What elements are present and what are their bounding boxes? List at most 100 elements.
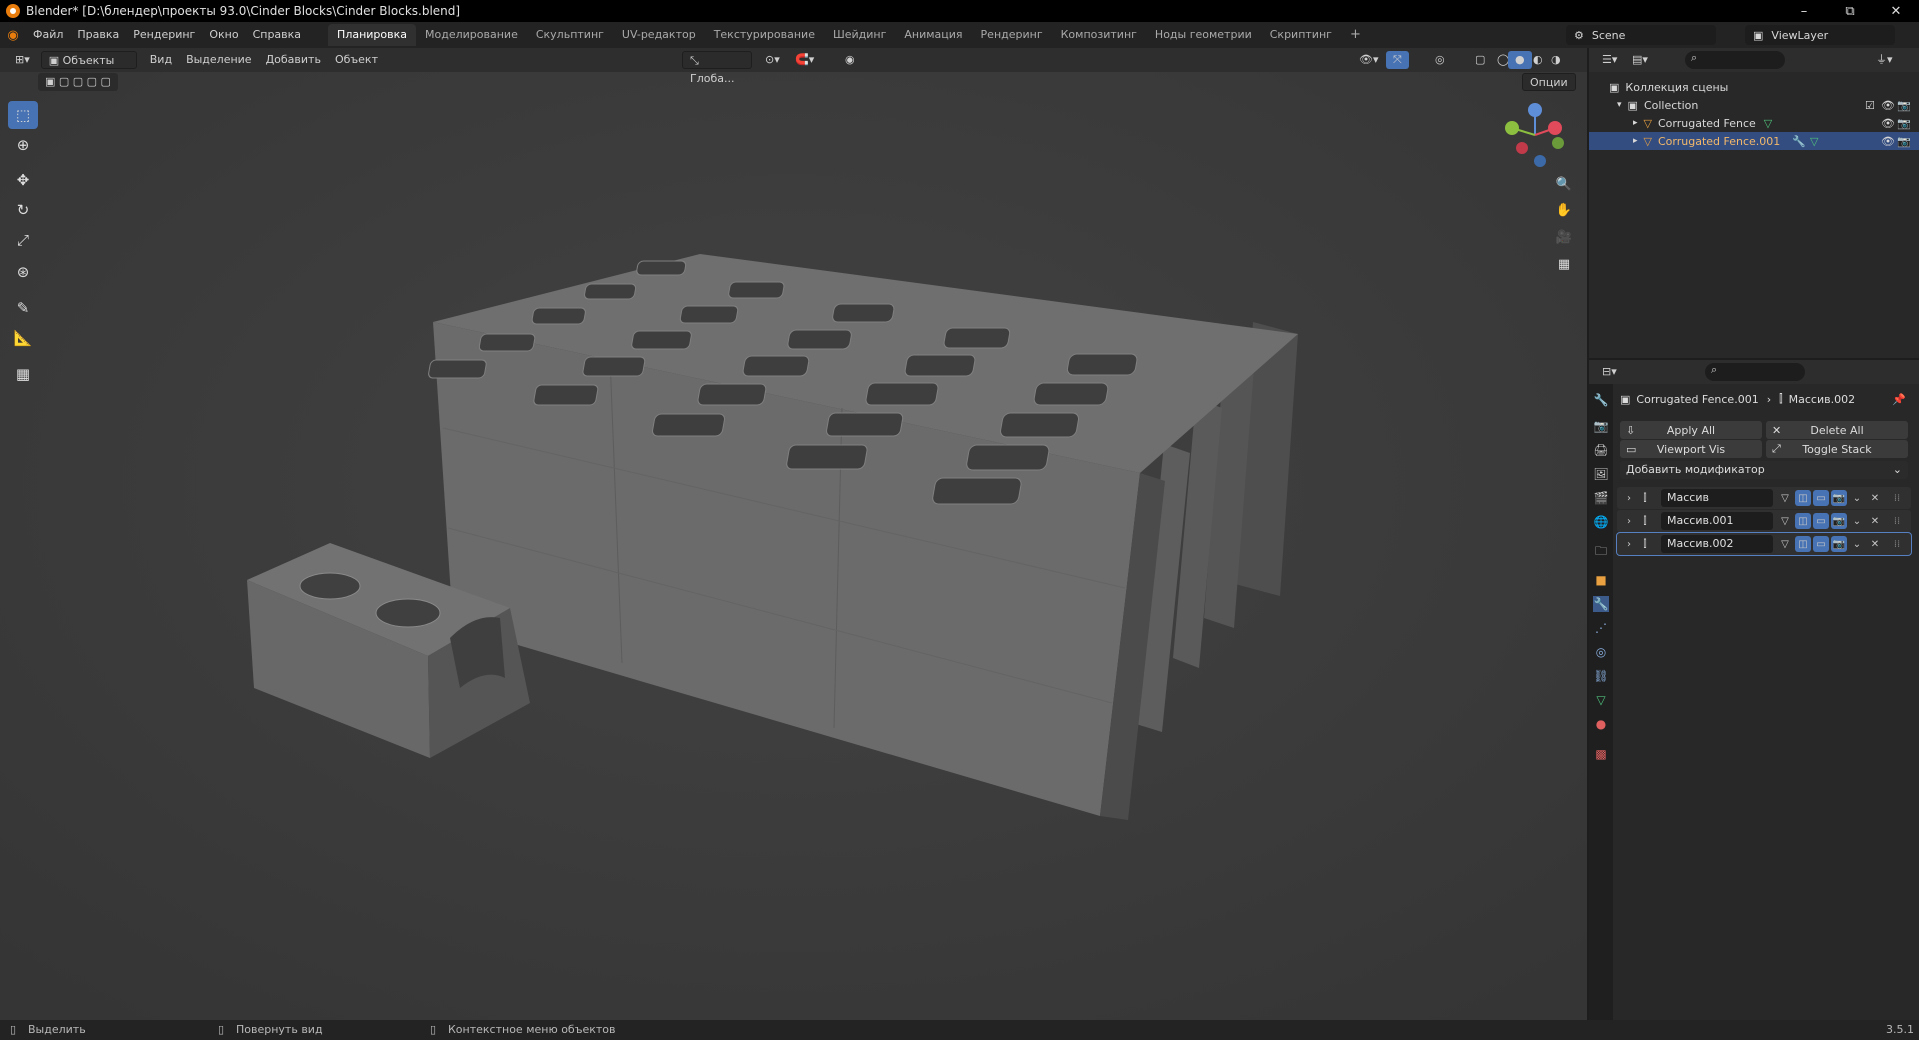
visibility-icon[interactable]: 👁▾: [1352, 51, 1386, 69]
blender-menu-icon[interactable]: ◉: [0, 28, 26, 43]
menu-help[interactable]: Справка: [246, 25, 308, 45]
menu-add[interactable]: Добавить: [259, 51, 328, 69]
add-cube-tool-icon[interactable]: ▦: [8, 360, 38, 388]
scale-tool-icon[interactable]: ⤢: [8, 226, 38, 254]
add-workspace-button[interactable]: +: [1341, 24, 1370, 46]
menu-object[interactable]: Объект: [328, 51, 385, 69]
filter-icon[interactable]: ⏚▾: [1869, 51, 1900, 69]
pin-icon[interactable]: 📌: [1892, 393, 1906, 406]
physics-tab-icon[interactable]: ◎: [1593, 644, 1609, 660]
viewport-toggle-icon[interactable]: ▭: [1813, 490, 1829, 506]
move-tool-icon[interactable]: ✥: [8, 166, 38, 194]
exclude-checkbox-icon[interactable]: ☑: [1865, 99, 1875, 112]
view-layer-selector[interactable]: ▣ ViewLayer: [1745, 25, 1895, 45]
camera-view-icon[interactable]: 🎥: [1552, 225, 1576, 249]
drag-handle-icon[interactable]: ⁞⁞: [1889, 490, 1905, 506]
dropdown-arrow-icon[interactable]: ⌄: [1849, 536, 1865, 552]
properties-editor-icon[interactable]: ⊟▾: [1595, 363, 1624, 381]
pivot-point-icon[interactable]: ⊙▾: [758, 51, 787, 69]
remove-modifier-icon[interactable]: ✕: [1867, 536, 1883, 552]
rotate-tool-icon[interactable]: ↻: [8, 196, 38, 224]
expand-arrow-icon[interactable]: ▸: [1633, 136, 1638, 146]
apply-all-button[interactable]: ⇩ Apply All: [1620, 421, 1762, 439]
tool-tab-icon[interactable]: 🔧: [1593, 392, 1609, 408]
delete-all-button[interactable]: ✕ Delete All: [1766, 421, 1908, 439]
data-tab-icon[interactable]: ▽: [1593, 692, 1609, 708]
modifier-name-field[interactable]: Массив: [1661, 489, 1773, 507]
edit-mode-toggle-icon[interactable]: ▽: [1777, 513, 1793, 529]
modifier-name-field[interactable]: Массив.001: [1661, 512, 1773, 530]
menu-edit[interactable]: Правка: [70, 25, 126, 45]
chevron-right-icon[interactable]: ›: [1621, 513, 1637, 529]
annotate-tool-icon[interactable]: ✎: [8, 294, 38, 322]
properties-search-input[interactable]: ⌕: [1705, 363, 1805, 381]
cursor-tool-icon[interactable]: ⊕: [8, 131, 38, 159]
render-tab-icon[interactable]: 📷: [1593, 418, 1609, 434]
render-camera-icon[interactable]: 📷: [1897, 117, 1911, 130]
tab-scripting[interactable]: Скриптинг: [1261, 24, 1341, 46]
tab-uv-editing[interactable]: UV-редактор: [613, 24, 705, 46]
xray-icon[interactable]: ▢: [1468, 51, 1492, 69]
3d-viewport[interactable]: [0, 48, 1587, 1020]
modifier-tab-icon[interactable]: 🔧: [1593, 596, 1609, 612]
render-toggle-icon[interactable]: 📷: [1831, 490, 1847, 506]
tab-sculpting[interactable]: Скульптинг: [527, 24, 613, 46]
menu-view[interactable]: Вид: [143, 51, 179, 69]
minimize-button[interactable]: –: [1781, 0, 1827, 22]
render-toggle-icon[interactable]: 📷: [1831, 513, 1847, 529]
render-camera-icon[interactable]: 📷: [1897, 99, 1911, 112]
outliner-collection[interactable]: ▾ ▣ Collection ☑ 👁 📷: [1589, 96, 1919, 114]
options-dropdown[interactable]: Опции: [1522, 73, 1576, 91]
menu-file[interactable]: Файл: [26, 25, 70, 45]
remove-modifier-icon[interactable]: ✕: [1867, 490, 1883, 506]
viewport-vis-button[interactable]: ▭ Viewport Vis: [1620, 440, 1762, 458]
pan-view-icon[interactable]: ✋: [1552, 198, 1576, 222]
menu-select[interactable]: Выделение: [179, 51, 259, 69]
tab-compositing[interactable]: Композитинг: [1052, 24, 1146, 46]
outliner-object-row[interactable]: ▸ ▽ Corrugated Fence ▽ 👁 📷: [1589, 114, 1919, 132]
edit-mode-toggle-icon[interactable]: ▽: [1777, 490, 1793, 506]
hide-eye-icon[interactable]: 👁: [1881, 117, 1895, 130]
world-tab-icon[interactable]: 🌐: [1593, 514, 1609, 530]
hide-eye-icon[interactable]: 👁: [1881, 99, 1895, 112]
tab-animation[interactable]: Анимация: [895, 24, 971, 46]
remove-modifier-icon[interactable]: ✕: [1867, 513, 1883, 529]
modifier-name-field[interactable]: Массив.002: [1661, 535, 1773, 553]
modifier-panel[interactable]: › ⫿ Массив ▽ ◫ ▭ 📷 ⌄ ✕ ⁞⁞: [1617, 487, 1911, 509]
toggle-stack-button[interactable]: ⤢ Toggle Stack: [1766, 440, 1908, 458]
selection-mode-buttons[interactable]: ▣ ▢ ▢ ▢ ▢: [38, 73, 118, 91]
select-box-tool-icon[interactable]: ⬚: [8, 101, 38, 129]
snap-icon[interactable]: 🧲▾: [788, 51, 821, 69]
render-camera-icon[interactable]: 📷: [1897, 135, 1911, 148]
overlays-icon[interactable]: ◎: [1428, 51, 1452, 69]
transform-tool-icon[interactable]: ⊛: [8, 258, 38, 286]
object-tab-icon[interactable]: ■: [1593, 572, 1609, 588]
expand-arrow-icon[interactable]: ▸: [1633, 118, 1638, 128]
chevron-right-icon[interactable]: ›: [1621, 536, 1637, 552]
tab-modeling[interactable]: Моделирование: [416, 24, 527, 46]
particles-tab-icon[interactable]: ⋰: [1593, 620, 1609, 636]
drag-handle-icon[interactable]: ⁞⁞: [1889, 513, 1905, 529]
outliner-object-row-selected[interactable]: ▸ ▽ Corrugated Fence.001 🔧 ▽ 👁 📷: [1589, 132, 1919, 150]
hide-eye-icon[interactable]: 👁: [1881, 135, 1895, 148]
viewport-toggle-icon[interactable]: ▭: [1813, 513, 1829, 529]
modifier-panel[interactable]: › ⫿ Массив.001 ▽ ◫ ▭ 📷 ⌄ ✕ ⁞⁞: [1617, 510, 1911, 532]
ortho-toggle-icon[interactable]: ▦: [1552, 252, 1576, 276]
modifier-panel-active[interactable]: › ⫿ Массив.002 ▽ ◫ ▭ 📷 ⌄ ✕ ⁞⁞: [1616, 532, 1912, 556]
display-mode-icon[interactable]: ▤▾: [1625, 51, 1655, 69]
output-tab-icon[interactable]: 🖨: [1593, 442, 1609, 458]
material-tab-icon[interactable]: ●: [1593, 716, 1609, 732]
zoom-view-icon[interactable]: 🔍: [1552, 172, 1576, 196]
rendered-shading-icon[interactable]: ◑: [1544, 51, 1568, 69]
expand-arrow-icon[interactable]: ▾: [1617, 100, 1622, 110]
menu-window[interactable]: Окно: [202, 25, 245, 45]
viewport-toggle-icon[interactable]: ▭: [1813, 536, 1829, 552]
menu-render[interactable]: Рендеринг: [126, 25, 202, 45]
dropdown-arrow-icon[interactable]: ⌄: [1849, 490, 1865, 506]
navigation-gizmo[interactable]: [1500, 100, 1570, 170]
measure-tool-icon[interactable]: 📐: [8, 324, 38, 352]
proportional-edit-icon[interactable]: ◉: [838, 51, 862, 69]
maximize-button[interactable]: ⧉: [1827, 0, 1873, 22]
interaction-mode-dropdown[interactable]: ▣ Объекты: [40, 51, 137, 69]
outliner-editor-icon[interactable]: ☰▾: [1595, 51, 1624, 69]
